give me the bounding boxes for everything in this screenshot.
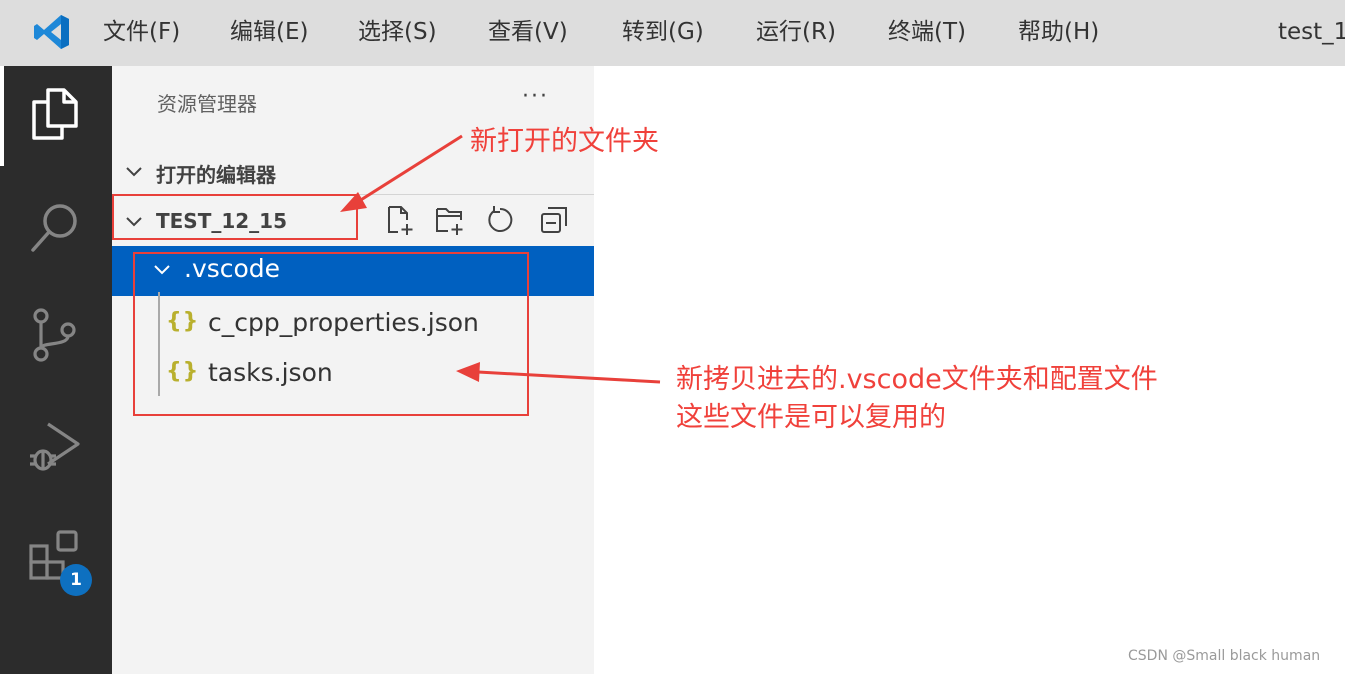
refresh-icon[interactable]	[484, 204, 516, 236]
annotation-copied-line1: 新拷贝进去的.vscode文件夹和配置文件	[676, 364, 1158, 395]
menu-view[interactable]: 查看(V)	[488, 15, 568, 49]
open-editors-label: 打开的编辑器	[156, 163, 276, 187]
annotation-copied-line2: 这些文件是可以复用的	[676, 402, 946, 433]
watermark: CSDN @Small black human	[1128, 648, 1321, 664]
collapse-all-icon[interactable]	[538, 204, 570, 236]
menu-go[interactable]: 转到(G)	[622, 15, 704, 49]
more-actions-button[interactable]: ···	[522, 84, 549, 109]
source-control-icon[interactable]	[26, 306, 84, 364]
annotation-box-vscode	[133, 252, 529, 416]
menu-help[interactable]: 帮助(H)	[1018, 15, 1099, 49]
menu-terminal[interactable]: 终端(T)	[888, 15, 966, 49]
explorer-icon[interactable]	[26, 84, 84, 142]
menu-edit[interactable]: 编辑(E)	[230, 15, 308, 49]
search-icon[interactable]	[26, 199, 84, 257]
chevron-down-icon	[126, 167, 142, 177]
menu-run[interactable]: 运行(R)	[756, 15, 836, 49]
screenshot: 文件(F) 编辑(E) 选择(S) 查看(V) 转到(G) 运行(R) 终端(T…	[0, 0, 1345, 674]
window-title: test_1	[1278, 19, 1345, 45]
vscode-logo[interactable]	[32, 12, 72, 52]
new-file-icon[interactable]	[384, 204, 416, 236]
menu-bar: 文件(F) 编辑(E) 选择(S) 查看(V) 转到(G) 运行(R) 终端(T…	[0, 0, 1345, 66]
extensions-badge: 1	[60, 564, 92, 596]
menu-file[interactable]: 文件(F)	[103, 15, 180, 49]
activity-bar: 1	[0, 66, 112, 674]
annotation-box-folder	[112, 194, 358, 240]
explorer-title: 资源管理器	[157, 92, 257, 116]
run-debug-icon[interactable]	[26, 416, 84, 474]
active-indicator	[0, 66, 4, 166]
menu-selection[interactable]: 选择(S)	[358, 15, 437, 49]
annotation-new-folder: 新打开的文件夹	[470, 126, 659, 157]
new-folder-icon[interactable]	[434, 204, 466, 236]
